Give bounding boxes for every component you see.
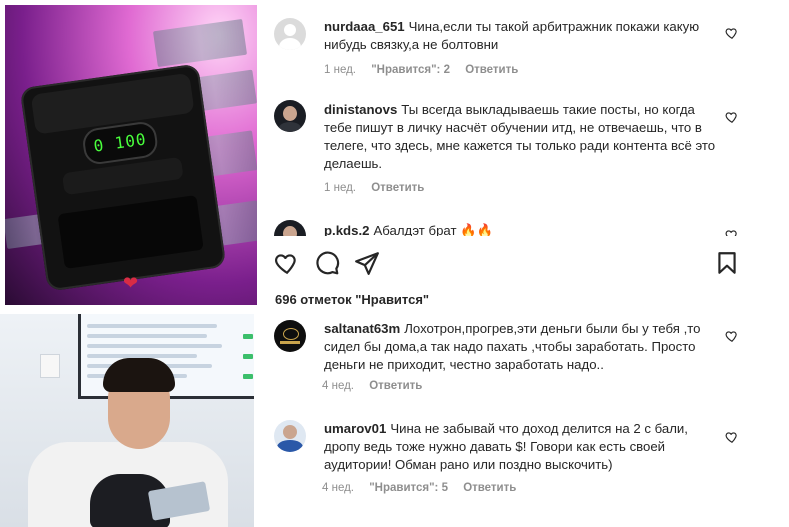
avatar[interactable]	[274, 220, 306, 236]
reply-button[interactable]: Ответить	[369, 380, 422, 392]
comment-username[interactable]: umarov01	[324, 421, 386, 436]
reply-button[interactable]: Ответить	[371, 182, 424, 194]
comment-username[interactable]: saltanat63m	[324, 321, 400, 336]
share-icon[interactable]	[354, 250, 380, 276]
avatar[interactable]	[274, 420, 306, 452]
comment-meta: 1 нед. "Нравится": 2 Ответить	[324, 64, 530, 76]
comment-text: saltanat63m Лохотрон,прогрев,эти деньги б…	[324, 320, 718, 374]
heart-icon[interactable]	[274, 250, 300, 276]
avatar[interactable]	[274, 18, 306, 50]
comment-text: nurdaaa_651 Чина,если ты такой арбитражни…	[324, 18, 716, 54]
comment-username[interactable]: dinistanovs	[324, 102, 397, 117]
comment-text: p.kds.2 Абалдэт брат 🔥🔥	[324, 222, 716, 236]
comment-body: Абалдэт брат 🔥🔥	[373, 223, 493, 236]
like-comment-icon[interactable]	[725, 110, 739, 124]
comment-username[interactable]: nurdaaa_651	[324, 19, 405, 34]
like-comment-icon[interactable]	[725, 26, 739, 40]
comment-text: dinistanovs Ты всегда выкладываешь такие …	[324, 101, 716, 173]
comment-meta: 4 нед. "Нравится": 5 Ответить	[322, 482, 528, 494]
likes-count[interactable]: 696 отметок "Нравится"	[275, 292, 429, 307]
post-image-money-counter: 0 100 ❤	[5, 5, 257, 305]
comments-panel-top: nurdaaa_651 Чина,если ты такой арбитражни…	[262, 0, 740, 236]
reply-button[interactable]: Ответить	[463, 482, 516, 494]
money-counter-machine: 0 100	[19, 63, 227, 292]
avatar[interactable]	[274, 100, 306, 132]
comment-time: 1 нед.	[324, 182, 356, 194]
heart-emoji-icon: ❤	[123, 273, 139, 293]
post-action-bar: 696 отметок "Нравится"	[262, 236, 740, 312]
like-comment-icon[interactable]	[725, 329, 739, 343]
comment-time: 1 нед.	[324, 64, 356, 76]
comment-likes[interactable]: "Нравится": 5	[369, 482, 448, 494]
avatar[interactable]	[274, 320, 306, 352]
comment-meta: 4 нед. Ответить	[322, 380, 434, 392]
comments-panel-bottom: saltanat63m Лохотрон,прогрев,эти деньги б…	[262, 312, 740, 527]
comment-text: umarov01 Чина не забывай что доход делитс…	[324, 420, 718, 474]
counter-display: 0 100	[81, 120, 160, 167]
comment-time: 4 нед.	[322, 380, 354, 392]
comment-icon[interactable]	[314, 250, 340, 276]
reply-button[interactable]: Ответить	[465, 64, 518, 76]
bookmark-icon[interactable]	[714, 250, 740, 276]
comment-likes[interactable]: "Нравится": 2	[371, 64, 450, 76]
comment-time: 4 нед.	[322, 482, 354, 494]
like-comment-icon[interactable]	[725, 430, 739, 444]
comment-username[interactable]: p.kds.2	[324, 223, 369, 236]
comment-meta: 1 нед. Ответить	[324, 182, 436, 194]
like-comment-icon[interactable]	[725, 228, 739, 236]
post-image-man-with-cash	[0, 314, 254, 527]
